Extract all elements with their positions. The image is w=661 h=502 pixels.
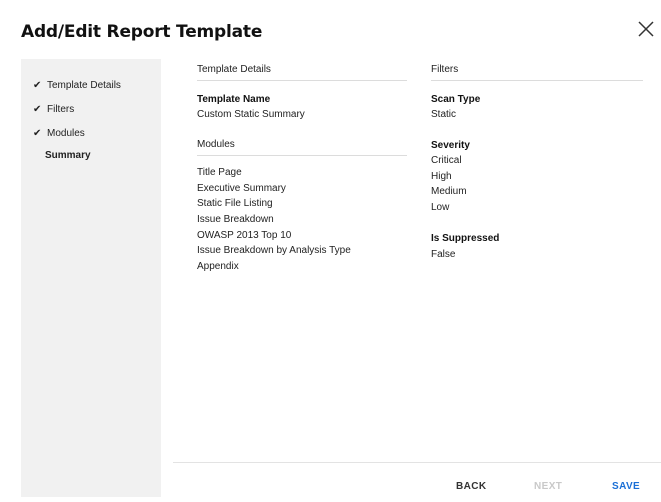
step-label: Modules (47, 128, 85, 139)
back-button[interactable]: BACK (456, 481, 487, 492)
scan-type-label: Scan Type (431, 94, 481, 105)
next-button[interactable]: NEXT (534, 481, 562, 492)
wizard-steps-sidebar: ✔ Template Details ✔ Filters ✔ Modules S… (21, 59, 161, 497)
step-summary[interactable]: Summary (45, 150, 91, 161)
divider (197, 80, 407, 81)
save-button[interactable]: SAVE (612, 481, 640, 492)
severity-value: Medium (431, 186, 467, 197)
module-item: Static File Listing (197, 198, 273, 209)
severity-value: Critical (431, 155, 462, 166)
modules-heading: Modules (197, 139, 235, 150)
step-label: Summary (45, 150, 91, 161)
step-template-details[interactable]: ✔ Template Details (33, 80, 121, 91)
severity-value: Low (431, 202, 450, 213)
module-item: Appendix (197, 261, 239, 272)
is-suppressed-value: False (431, 249, 456, 260)
step-label: Filters (47, 104, 75, 115)
checkmark-icon: ✔ (33, 128, 42, 139)
module-item: Issue Breakdown (197, 214, 274, 225)
divider (197, 155, 407, 156)
module-item: Title Page (197, 167, 242, 178)
dialog-title: Add/Edit Report Template (21, 22, 263, 42)
step-filters[interactable]: ✔ Filters (33, 104, 74, 115)
template-name-value: Custom Static Summary (197, 109, 305, 120)
filters-heading: Filters (431, 64, 459, 75)
scan-type-value: Static (431, 109, 457, 120)
checkmark-icon: ✔ (33, 80, 42, 91)
template-details-heading: Template Details (197, 64, 271, 75)
severity-label: Severity (431, 140, 470, 151)
module-item: OWASP 2013 Top 10 (197, 230, 292, 241)
divider (431, 80, 643, 81)
step-modules[interactable]: ✔ Modules (33, 128, 85, 139)
report-template-dialog: Add/Edit Report Template ✔ Template Deta… (0, 0, 661, 502)
close-icon[interactable] (637, 20, 655, 38)
template-name-label: Template Name (197, 94, 271, 105)
step-label: Template Details (47, 80, 121, 91)
module-item: Issue Breakdown by Analysis Type (197, 245, 351, 256)
module-item: Executive Summary (197, 183, 286, 194)
footer-divider (173, 462, 661, 463)
checkmark-icon: ✔ (33, 104, 42, 115)
severity-value: High (431, 171, 452, 182)
is-suppressed-label: Is Suppressed (431, 233, 500, 244)
